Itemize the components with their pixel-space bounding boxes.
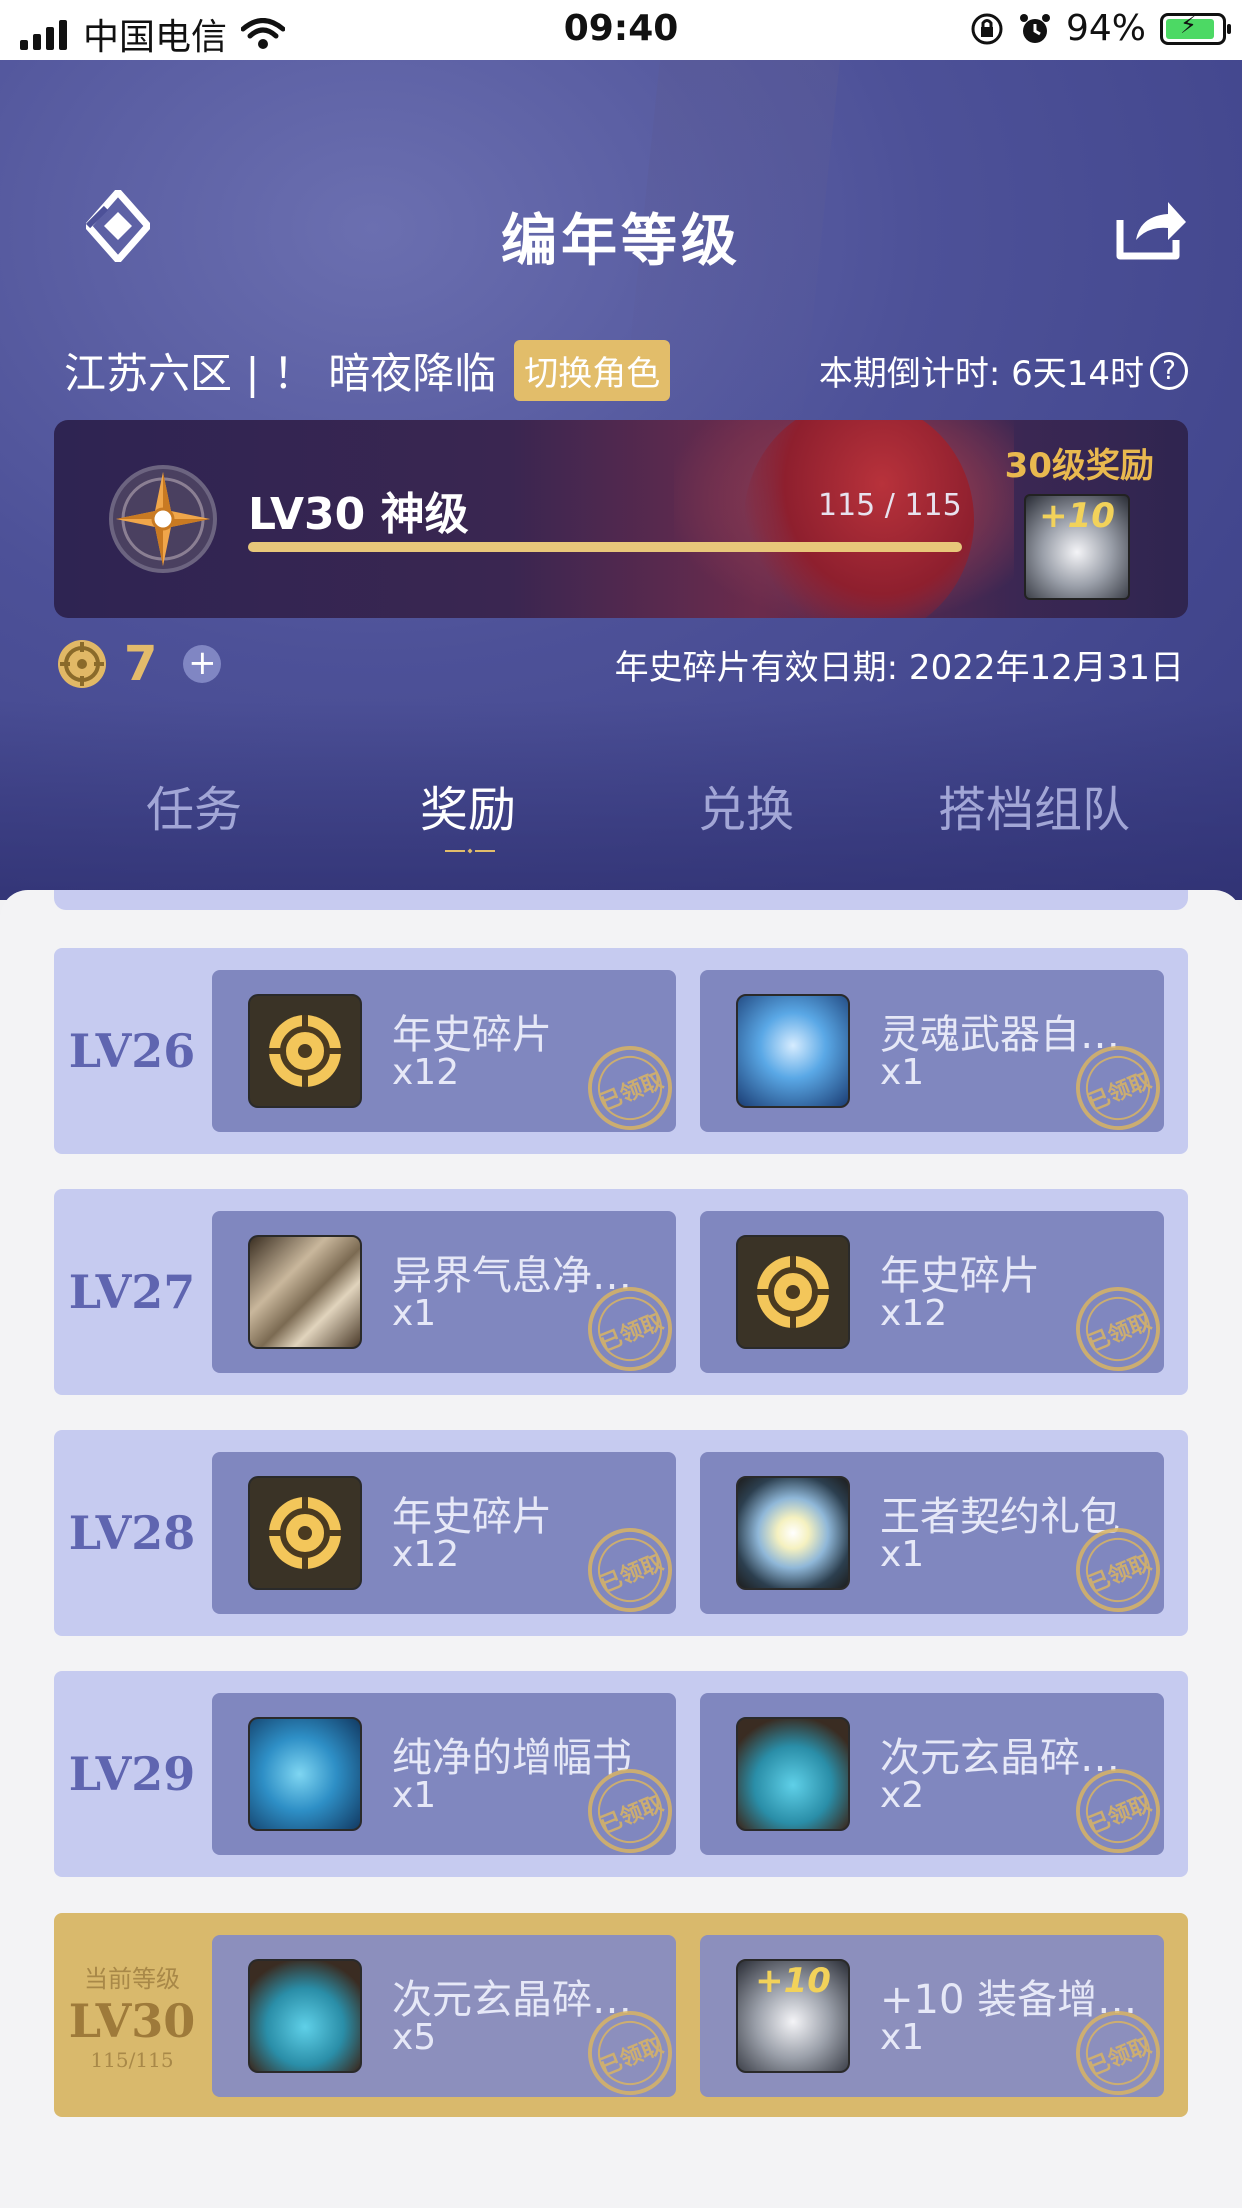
switch-role-button[interactable]: 切换角色 bbox=[514, 340, 671, 401]
tab-exchange[interactable]: 兑换 bbox=[698, 770, 794, 840]
reward-item-card[interactable]: 年史碎片 x12 已领取 bbox=[700, 1211, 1164, 1373]
reward-item-quantity: x12 bbox=[392, 1052, 460, 1093]
pouch-icon bbox=[248, 1959, 362, 2073]
tab-bar: 任务 奖励 兑换 搭档组队 bbox=[0, 770, 1242, 860]
row-level-label: LV30 bbox=[68, 1993, 196, 2048]
claimed-stamp-text: 已领取 bbox=[596, 1791, 667, 1840]
status-right: 94% bbox=[970, 8, 1231, 49]
reward-item-card[interactable]: 次元玄晶碎… x5 已领取 bbox=[212, 1935, 676, 2097]
claimed-stamp-text: 已领取 bbox=[1084, 1791, 1155, 1840]
claimed-stamp-text: 已领取 bbox=[596, 2033, 667, 2082]
claimed-stamp-text: 已领取 bbox=[1084, 1068, 1155, 1117]
row-level: LV29 bbox=[54, 1671, 210, 1877]
tab-team-up[interactable]: 搭档组队 bbox=[938, 770, 1130, 840]
currency-row: 7 + bbox=[56, 636, 222, 692]
previous-row-edge bbox=[54, 890, 1188, 910]
reward-item-card[interactable]: 次元玄晶碎… x2 已领取 bbox=[700, 1693, 1164, 1855]
reward-item-card[interactable]: 年史碎片 x12 已领取 bbox=[212, 1452, 676, 1614]
level-reward-label: 30级奖励 bbox=[1004, 446, 1154, 486]
help-icon[interactable]: ? bbox=[1150, 351, 1188, 390]
active-tab-indicator bbox=[445, 848, 495, 854]
row-level: LV26 bbox=[54, 948, 210, 1154]
level-reward-item[interactable]: +10 bbox=[1024, 494, 1130, 600]
reward-row: LV29 纯净的增幅书 x1 已领取 次元玄晶碎… x2 已领取 bbox=[54, 1671, 1188, 1877]
reward-item-card[interactable]: 年史碎片 x12 已领取 bbox=[212, 970, 676, 1132]
share-icon[interactable] bbox=[1114, 196, 1188, 262]
reward-item-quantity: x1 bbox=[880, 2017, 925, 2058]
claimed-stamp-text: 已领取 bbox=[596, 1309, 667, 1358]
reward-item-card[interactable]: 王者契约礼包 x1 已领取 bbox=[700, 1452, 1164, 1614]
row-level-label: LV27 bbox=[68, 1265, 196, 1319]
add-fragment-icon[interactable]: + bbox=[183, 645, 222, 683]
tab-rewards[interactable]: 奖励 bbox=[420, 770, 516, 840]
tab-tasks[interactable]: 任务 bbox=[146, 770, 242, 840]
level-progress-text: 115 / 115 bbox=[818, 488, 962, 523]
alarm-icon bbox=[1019, 13, 1050, 43]
row-level: 当前等级 LV30 115/115 bbox=[54, 1913, 210, 2117]
battery-icon bbox=[1160, 11, 1231, 45]
reward-row: LV28 年史碎片 x12 已领取 王者契约礼包 x1 已领取 bbox=[54, 1430, 1188, 1636]
row-level: LV28 bbox=[54, 1430, 210, 1636]
reward-row: 当前等级 LV30 115/115 次元玄晶碎… x5 已领取 +10 +10 装备增… x1 已… bbox=[54, 1913, 1188, 2117]
claimed-stamp-text: 已领取 bbox=[596, 1550, 667, 1599]
reward-item-card[interactable]: 灵魂武器自… x1 已领取 bbox=[700, 970, 1164, 1132]
reward-item-card[interactable]: +10 +10 装备增… x1 已领取 bbox=[700, 1935, 1164, 2097]
coin-icon bbox=[736, 1235, 850, 1349]
reward-item-quantity: x2 bbox=[880, 1775, 925, 1816]
reward-item-quantity: x1 bbox=[392, 1775, 437, 1816]
reward-item-quantity: x12 bbox=[880, 1293, 948, 1334]
reward-item-quantity: x1 bbox=[392, 1293, 437, 1334]
fragment-count: 7 bbox=[124, 636, 158, 692]
rotation-lock-icon bbox=[971, 13, 1003, 44]
reward-row: LV27 异界气息净… x1 已领取 年史碎片 x12 已领取 bbox=[54, 1189, 1188, 1395]
role-row: 江苏六区 | ！ 暗夜降临 切换角色 bbox=[64, 340, 671, 401]
current-level-tag: 当前等级 bbox=[84, 1965, 180, 1993]
reward-item-quantity: x12 bbox=[392, 1534, 460, 1575]
reward-item-card[interactable]: 异界气息净… x1 已领取 bbox=[212, 1211, 676, 1373]
compass-badge-icon bbox=[109, 465, 217, 573]
fragment-coin-icon bbox=[58, 640, 106, 688]
claimed-stamp-text: 已领取 bbox=[1084, 1309, 1155, 1358]
scroll-icon bbox=[248, 1235, 362, 1349]
battery-percent: 94% bbox=[1065, 8, 1146, 49]
fragment-expire-date: 年史碎片有效日期: 2022年12月31日 bbox=[614, 648, 1184, 688]
coin-icon bbox=[248, 1476, 362, 1590]
page-title: 编年等级 bbox=[501, 209, 741, 274]
current-level-progress: 115/115 bbox=[90, 2047, 174, 2072]
level-progress-bar bbox=[248, 542, 962, 552]
reward-item-quantity: x1 bbox=[880, 1052, 925, 1093]
level-card: LV30 神级 115 / 115 30级奖励 +10 bbox=[54, 420, 1188, 618]
claimed-stamp-text: 已领取 bbox=[596, 1068, 667, 1117]
level-progress-fill bbox=[248, 542, 962, 552]
reward-item-quantity: x1 bbox=[880, 1534, 925, 1575]
claimed-stamp-text: 已领取 bbox=[1084, 2033, 1155, 2082]
level-title: LV30 神级 bbox=[248, 489, 469, 540]
reward-item-quantity: x5 bbox=[392, 2017, 437, 2058]
burst-icon bbox=[736, 1476, 850, 1590]
book-icon bbox=[248, 1717, 362, 1831]
coin-icon bbox=[248, 994, 362, 1108]
row-level-label: LV29 bbox=[68, 1747, 196, 1801]
status-bar: 中国电信 09:40 94% bbox=[0, 0, 1242, 60]
row-level: LV27 bbox=[54, 1189, 210, 1395]
pouch-icon bbox=[736, 1717, 850, 1831]
row-level-label: LV26 bbox=[68, 1024, 196, 1078]
plus10-icon: +10 bbox=[736, 1959, 850, 2073]
countdown-text: 本期倒计时: 6天14时 bbox=[818, 354, 1144, 394]
claimed-stamp-text: 已领取 bbox=[1084, 1550, 1155, 1599]
row-level-label: LV28 bbox=[68, 1506, 196, 1560]
reward-item-card[interactable]: 纯净的增幅书 x1 已领取 bbox=[212, 1693, 676, 1855]
countdown: 本期倒计时: 6天14时 ? bbox=[819, 346, 1188, 395]
chest-icon bbox=[736, 994, 850, 1108]
plus10-label: +10 bbox=[1039, 496, 1115, 536]
role-name: 江苏六区 | ！ 暗夜降临 bbox=[64, 349, 497, 398]
reward-row: LV26 年史碎片 x12 已领取 灵魂武器自… x1 已领取 bbox=[54, 948, 1188, 1154]
